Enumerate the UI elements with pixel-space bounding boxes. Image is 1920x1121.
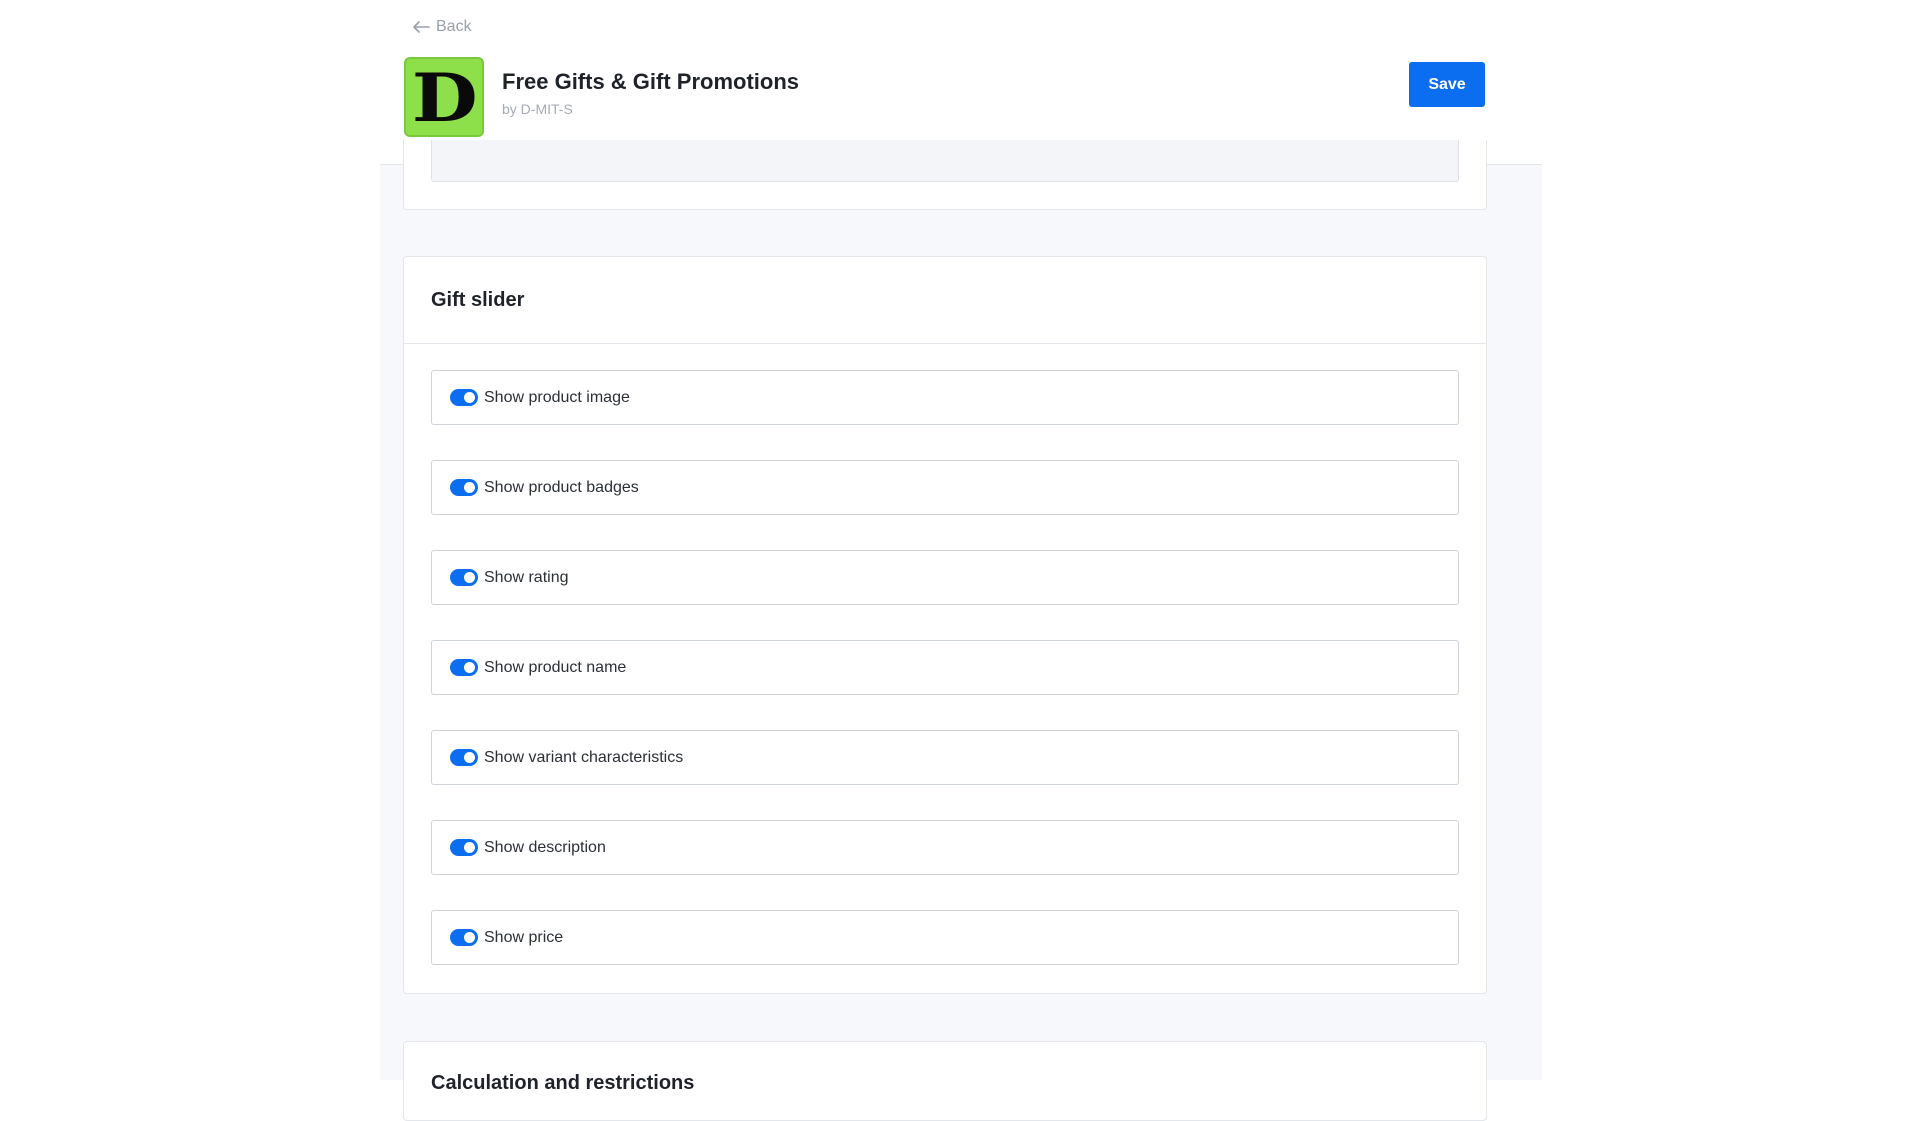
toggle-switch[interactable] — [450, 389, 478, 406]
toggle-switch[interactable] — [450, 929, 478, 946]
toggle-switch[interactable] — [450, 479, 478, 496]
app-logo: D — [404, 57, 484, 137]
option-show-product-name: Show product name — [431, 640, 1459, 695]
calculation-restrictions-title: Calculation and restrictions — [431, 1072, 695, 1094]
save-button[interactable]: Save — [1409, 62, 1485, 107]
gift-slider-title: Gift slider — [404, 257, 1486, 344]
option-show-product-image: Show product image — [431, 370, 1459, 425]
option-show-variant-characteristics: Show variant characteristics — [431, 730, 1459, 785]
app-title: Free Gifts & Gift Promotions — [502, 69, 800, 94]
gift-slider-card: Gift slider Show product image Show prod… — [403, 256, 1487, 994]
toggle-switch[interactable] — [450, 839, 478, 856]
option-label: Show product name — [484, 658, 627, 676]
back-link[interactable]: Back — [412, 17, 472, 37]
option-label: Show description — [484, 838, 606, 856]
option-show-price: Show price — [431, 910, 1459, 965]
app-logo-letter: D — [412, 59, 478, 137]
option-show-product-badges: Show product badges — [431, 460, 1459, 515]
arrow-left-icon — [413, 21, 430, 33]
previous-section-card — [403, 140, 1487, 210]
toggle-switch[interactable] — [450, 749, 478, 766]
option-label: Show product image — [484, 388, 630, 406]
app-frame: Back D Free Gifts & Gift Promotions by D… — [380, 0, 1542, 1121]
option-label: Show product badges — [484, 478, 639, 496]
option-show-description: Show description — [431, 820, 1459, 875]
calculation-restrictions-card: Calculation and restrictions — [403, 1041, 1487, 1121]
toggle-switch[interactable] — [450, 569, 478, 586]
back-label: Back — [436, 18, 472, 35]
option-show-rating: Show rating — [431, 550, 1459, 605]
option-label: Show rating — [484, 568, 569, 586]
option-label: Show variant characteristics — [484, 748, 684, 766]
option-label: Show price — [484, 928, 564, 946]
toggle-switch[interactable] — [450, 659, 478, 676]
app-vendor: by D-MIT-S — [502, 101, 573, 117]
previous-section-field — [431, 140, 1459, 182]
